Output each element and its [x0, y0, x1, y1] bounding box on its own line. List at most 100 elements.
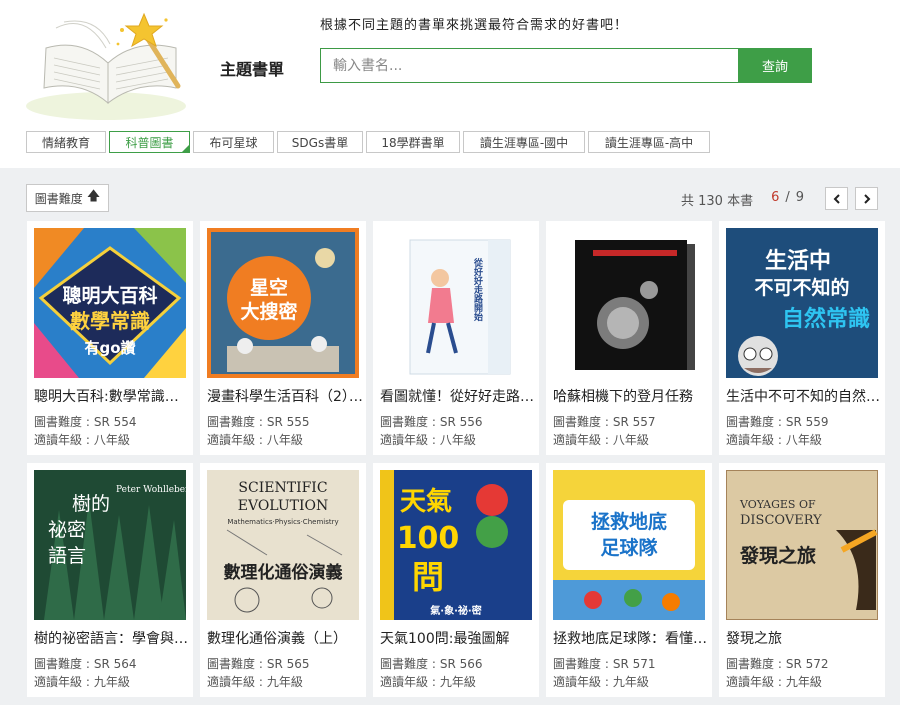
book-grade: 適讀年級 : 八年級 — [380, 433, 476, 447]
book-card[interactable]: SCIENTIFIC EVOLUTION Mathematics·Physics… — [200, 463, 366, 697]
book-grade: 適讀年級 : 九年級 — [380, 675, 476, 689]
book-difficulty: 圖書難度 : SR 572 — [726, 657, 829, 671]
next-page-button[interactable] — [855, 187, 878, 210]
cover-subtitle-text: 大搜密 — [240, 300, 297, 323]
book-title[interactable]: 生活中不可不知的自然常識 — [726, 386, 882, 406]
book-grade: 適讀年級 : 九年級 — [207, 675, 303, 689]
page-title: 主題書單 — [220, 60, 285, 79]
book-grade: 適讀年級 : 八年級 — [553, 433, 649, 447]
book-card[interactable]: 星空 大搜密 漫畫科學生活百科（2）：星空大搜密 圖書難度 :SR 555 適讀… — [200, 221, 366, 455]
cover-subtitle-text: 數學常識 — [70, 309, 150, 333]
cover-subtitle-text: EVOLUTION — [238, 498, 329, 514]
cover-title-text: 從好好走路開始 — [472, 257, 484, 322]
cover-subtitle-text: 不可不知的 — [754, 276, 849, 299]
book-difficulty: 圖書難度 : SR 555 — [207, 415, 310, 429]
book-title[interactable]: 看圖就懂！從好好走路開始 — [380, 386, 536, 406]
book-difficulty: 圖書難度 : SR 554 — [34, 415, 137, 429]
book-difficulty: 圖書難度 : SR 557 — [553, 415, 656, 429]
book-cover-image: SCIENTIFIC EVOLUTION Mathematics·Physics… — [207, 470, 359, 620]
arrow-up-icon: 🡅 — [86, 189, 101, 204]
book-cover-image: 生活中 不可不知的 自然常識 — [726, 228, 878, 378]
tab-emotion-education[interactable]: 情緒教育 — [26, 131, 106, 153]
book-difficulty: 圖書難度 : SR 564 — [34, 657, 137, 671]
cover-tagline-text: 語言 — [48, 545, 86, 567]
cover-subtitle-text: 足球隊 — [600, 536, 658, 559]
cover-title-text: 天氣 — [400, 486, 452, 517]
cover-title-text: SCIENTIFIC — [238, 480, 327, 496]
tab-popular-science[interactable]: 科普圖書 — [109, 131, 190, 153]
book-cover-image: 樹的 祕密 語言 Peter Wohlleben — [34, 470, 186, 620]
book-card[interactable]: 生活中 不可不知的 自然常識 生活中不可不知的自然常識 圖書難度 : SR 559… — [719, 221, 885, 455]
pager-info: 共 130 本書 6 / 9 — [681, 190, 804, 209]
cover-subtitle-text: DISCOVERY — [740, 513, 822, 528]
book-grade: 適讀年級 : 九年級 — [553, 675, 649, 689]
book-card[interactable]: 從好好走路開始 看圖就懂！從好好走路開始 圖書難度 : SR 556 適讀年級 :… — [373, 221, 539, 455]
book-cover-image: 從好好走路開始 — [380, 228, 532, 378]
book-cover-image: 天氣 100 問 氣·象·祕·密 — [380, 470, 532, 620]
prev-page-button[interactable] — [825, 187, 848, 210]
cover-title-text: 生活中 — [765, 249, 831, 274]
book-title[interactable]: 樹的祕密語言：學會與樹木溝通 — [34, 628, 190, 648]
header: 根據不同主題的書單來挑選最符合需求的好書吧！ 主題書單 查詢 情緒教育 科普圖書… — [0, 0, 900, 168]
cover-chinese-title-text: 發現之旅 — [739, 544, 816, 567]
cover-number-text: 100 — [397, 521, 460, 556]
page-separator: / — [785, 190, 790, 205]
search-input[interactable] — [320, 48, 738, 83]
tab-career-senior-high[interactable]: 讀生涯專區-高中 — [588, 131, 710, 153]
cover-title-text: 拯救地底 — [591, 510, 667, 533]
book-card[interactable]: 拯救地底 足球隊 拯救地底足球隊：看懂國際救援 圖書難度 :SR 571 適讀年… — [546, 463, 712, 697]
cover-tagline-text: 氣·象·祕·密 — [430, 604, 481, 617]
book-title[interactable]: 數理化通俗演義（上） — [207, 628, 363, 648]
book-difficulty: 圖書難度 : SR 566 — [380, 657, 483, 671]
book-card[interactable]: 哈蘇相機下的登月任務 圖書難度 : SR 557 適讀年級 : 八年級 — [546, 221, 712, 455]
book-title[interactable]: 漫畫科學生活百科（2）：星空大搜密 — [207, 386, 363, 406]
book-card[interactable]: VOYAGES OF DISCOVERY 發現之旅 發現之旅 圖書難度 : SR … — [719, 463, 885, 697]
book-title[interactable]: 聰明大百科:數學常識有GO讚 — [34, 386, 190, 406]
book-cover-image — [553, 228, 705, 378]
sort-label: 圖書難度 — [34, 191, 83, 206]
book-difficulty: 圖書難度 : SR 559 — [726, 415, 829, 429]
cover-author-text: Peter Wohlleben — [116, 485, 186, 495]
cover-tagline-text: 有go讚 — [84, 339, 135, 357]
cover-title-text: 星空 — [250, 276, 288, 299]
cover-title-text: 聰明大百科 — [62, 284, 157, 307]
sort-difficulty-button[interactable]: 圖書難度 🡅 — [26, 184, 109, 212]
book-title[interactable]: 發現之旅 — [726, 628, 882, 648]
search-button[interactable]: 查詢 — [738, 48, 812, 83]
tab-sdgs[interactable]: SDGs書單 — [277, 131, 363, 153]
open-book-logo-icon — [26, 12, 186, 120]
tab-book-planet[interactable]: 布可星球 — [193, 131, 274, 153]
book-title[interactable]: 哈蘇相機下的登月任務 — [553, 386, 709, 406]
book-title[interactable]: 拯救地底足球隊：看懂國際救援 — [553, 628, 709, 648]
book-difficulty: 圖書難度 : SR 556 — [380, 415, 483, 429]
book-grade: 適讀年級 : 八年級 — [726, 433, 822, 447]
total-count: 共 130 本書 — [681, 194, 754, 209]
book-card[interactable]: 天氣 100 問 氣·象·祕·密 天氣100問:最強圖解 圖書難度 : SR 56… — [373, 463, 539, 697]
chevron-left-icon — [833, 193, 840, 204]
current-page: 6 — [771, 190, 780, 205]
cover-subtitle-text: 問 — [412, 558, 444, 596]
book-cover-image: 拯救地底 足球隊 — [553, 470, 705, 620]
tab-18-groups[interactable]: 18學群書單 — [366, 131, 460, 153]
cover-tagline-text: 自然常識 — [782, 306, 870, 332]
slogan-text: 根據不同主題的書單來挑選最符合需求的好書吧！ — [320, 18, 629, 33]
book-grade: 適讀年級 : 九年級 — [726, 675, 822, 689]
book-cover-image: 星空 大搜密 — [207, 228, 359, 378]
book-grade: 適讀年級 : 八年級 — [34, 433, 130, 447]
cover-chinese-title-text: 數理化通俗演義 — [224, 562, 343, 583]
chevron-right-icon — [863, 193, 870, 204]
book-cover-image: VOYAGES OF DISCOVERY 發現之旅 — [726, 470, 878, 620]
book-card[interactable]: 聰明大百科 數學常識 有go讚 聰明大百科:數學常識有GO讚 圖書難度 :SR … — [27, 221, 193, 455]
book-grade: 適讀年級 : 八年級 — [207, 433, 303, 447]
book-difficulty: 圖書難度 : SR 565 — [207, 657, 310, 671]
cover-subtitle-text: 祕密 — [48, 519, 86, 541]
tab-career-junior-high[interactable]: 讀生涯專區-國中 — [463, 131, 585, 153]
book-title[interactable]: 天氣100問:最強圖解 — [380, 628, 536, 648]
cover-title-text: VOYAGES OF — [739, 498, 816, 511]
topic-tabs: 情緒教育 科普圖書 布可星球 SDGs書單 18學群書單 讀生涯專區-國中 讀生… — [26, 131, 713, 153]
book-grade: 適讀年級 : 九年級 — [34, 675, 130, 689]
cover-tagline-text: Mathematics·Physics·Chemistry — [227, 518, 338, 526]
book-card[interactable]: 樹的 祕密 語言 Peter Wohlleben 樹的祕密語言：學會與樹木溝通 … — [27, 463, 193, 697]
cover-title-text: 樹的 — [72, 493, 110, 515]
book-difficulty: 圖書難度 : SR 571 — [553, 657, 656, 671]
